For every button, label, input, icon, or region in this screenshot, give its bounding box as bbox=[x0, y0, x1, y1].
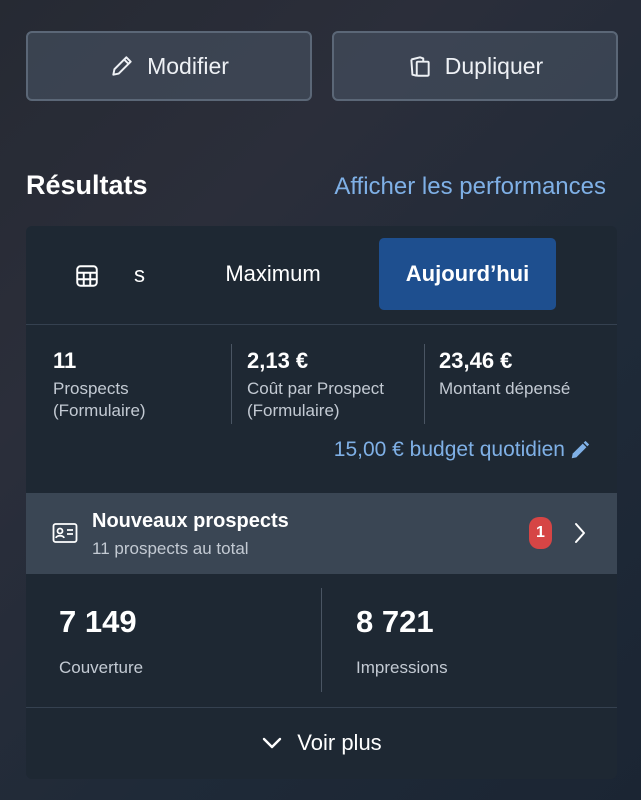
results-title: Résultats bbox=[26, 170, 148, 200]
see-more-label: Voir plus bbox=[297, 730, 382, 755]
impressions-metric: 8 721 Impressions bbox=[321, 588, 617, 692]
metric-label: Montant dépensé bbox=[439, 379, 571, 398]
action-buttons: Modifier Dupliquer bbox=[26, 31, 618, 103]
chevron-down-icon bbox=[263, 737, 282, 749]
pencil-icon bbox=[112, 56, 132, 76]
impressions-value: 8 721 bbox=[356, 604, 434, 639]
metric-leads: 11 Prospects (Formulaire) bbox=[26, 344, 231, 424]
chevron-right-icon bbox=[575, 523, 585, 543]
metrics-row: 11 Prospects (Formulaire) 2,13 € Coût pa… bbox=[26, 344, 617, 424]
metric-cost-per-lead: 2,13 € Coût par Prospect (Formulaire) bbox=[231, 344, 424, 424]
tab-today[interactable]: Aujourd’hui bbox=[379, 238, 556, 310]
reach-metric: 7 149 Couverture bbox=[26, 574, 321, 707]
metric-label: (Formulaire) bbox=[53, 401, 146, 420]
see-more-button[interactable]: Voir plus bbox=[26, 707, 617, 779]
reach-label: Couverture bbox=[59, 658, 144, 677]
reach-value: 7 149 bbox=[59, 604, 137, 639]
pencil-icon bbox=[571, 440, 590, 459]
results-card: s Maximum Aujourd’hui 11 Prospects (Form… bbox=[26, 226, 617, 779]
tab-maximum[interactable]: Maximum bbox=[206, 238, 340, 310]
new-leads-row[interactable]: Nouveaux prospects 11 prospects au total… bbox=[26, 493, 617, 574]
id-card-icon bbox=[52, 523, 78, 543]
period-tabs: s Maximum Aujourd’hui bbox=[26, 226, 617, 325]
edit-button[interactable]: Modifier bbox=[26, 31, 312, 101]
metric-value: 2,13 € bbox=[247, 348, 309, 373]
duplicate-icon bbox=[410, 56, 430, 77]
daily-budget-link[interactable]: 15,00 € budget quotidien bbox=[334, 438, 591, 462]
notification-badge: 1 bbox=[529, 517, 552, 549]
new-leads-subtitle: 11 prospects au total bbox=[92, 539, 249, 558]
results-header: Résultats Afficher les performances bbox=[26, 170, 606, 201]
tab-partial[interactable]: s bbox=[134, 262, 145, 288]
metric-amount-spent: 23,46 € Montant dépensé bbox=[424, 344, 617, 424]
metric-label: (Formulaire) bbox=[247, 401, 340, 420]
daily-budget-text: 15,00 € budget quotidien bbox=[333, 438, 565, 461]
metric-label: Prospects bbox=[53, 379, 129, 398]
metric-value: 23,46 € bbox=[439, 348, 513, 373]
edit-button-label: Modifier bbox=[147, 52, 229, 79]
impressions-label: Impressions bbox=[356, 658, 448, 677]
duplicate-button[interactable]: Dupliquer bbox=[332, 31, 618, 101]
duplicate-button-label: Dupliquer bbox=[444, 52, 544, 79]
metric-value: 11 bbox=[53, 348, 77, 373]
new-leads-title: Nouveaux prospects bbox=[92, 510, 289, 532]
metric-label: Coût par Prospect bbox=[247, 379, 385, 398]
reach-row: 7 149 Couverture 8 721 Impressions bbox=[26, 574, 617, 708]
table-icon[interactable] bbox=[74, 263, 100, 289]
new-leads-text: Nouveaux prospects 11 prospects au total bbox=[92, 510, 289, 559]
view-performance-link[interactable]: Afficher les performances bbox=[334, 173, 606, 201]
